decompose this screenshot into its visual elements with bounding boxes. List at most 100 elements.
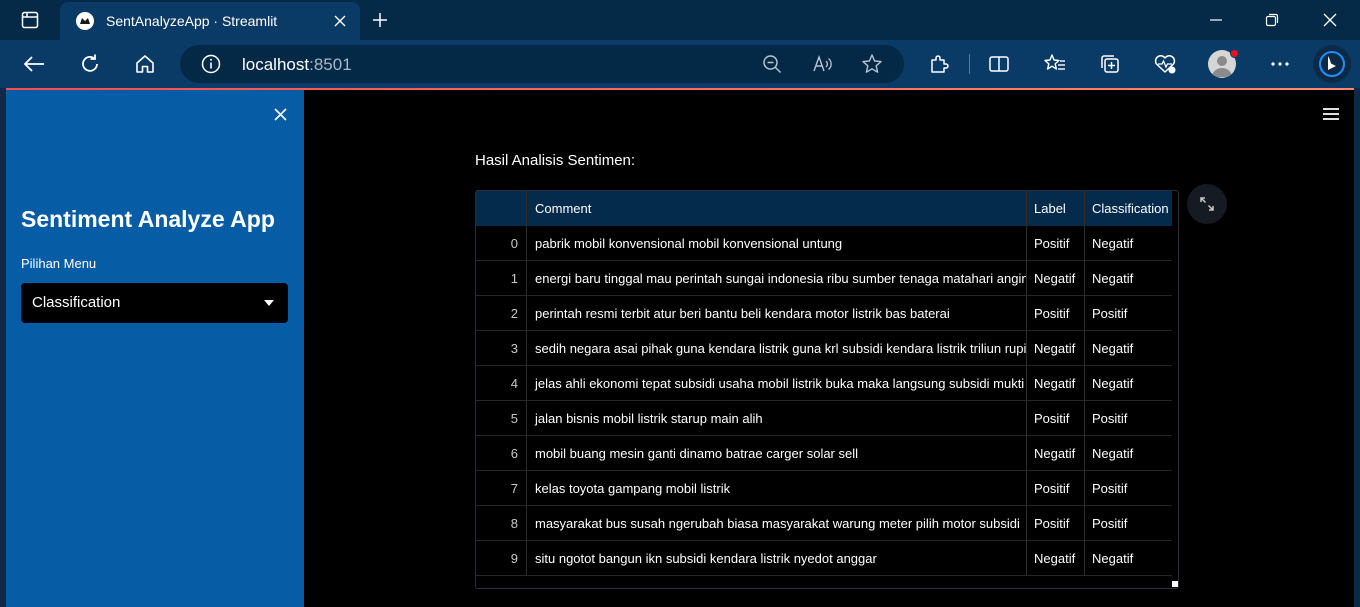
row-index: 9: [476, 541, 527, 576]
table-row[interactable]: 5 jalan bisnis mobil listrik starup main…: [476, 401, 1172, 436]
sidebar-close-icon[interactable]: [270, 104, 290, 124]
chevron-down-icon: [264, 300, 274, 306]
table-row[interactable]: 4 jelas ahli ekonomi tepat subsidi usaha…: [476, 366, 1172, 401]
label-cell[interactable]: Positif: [1027, 471, 1085, 506]
table-body: 0 pabrik mobil konvensional mobil konven…: [476, 226, 1172, 576]
streamlit-favicon-icon: [76, 12, 94, 30]
classification-cell[interactable]: Negatif: [1085, 366, 1172, 401]
bing-copilot-icon[interactable]: [1313, 45, 1351, 83]
row-index: 4: [476, 366, 527, 401]
row-index: 2: [476, 296, 527, 331]
comment-cell[interactable]: situ ngotot bangun ikn subsidi kendara l…: [527, 541, 1027, 576]
row-index: 3: [476, 331, 527, 366]
address-bar[interactable]: localhost:8501: [180, 45, 904, 83]
table-row[interactable]: 0 pabrik mobil konvensional mobil konven…: [476, 226, 1172, 261]
label-cell[interactable]: Negatif: [1027, 541, 1085, 576]
comment-cell[interactable]: perintah resmi terbit atur beri bantu be…: [527, 296, 1027, 331]
tab-title: SentAnalyzeApp · Streamlit: [106, 13, 278, 29]
label-cell[interactable]: Negatif: [1027, 261, 1085, 296]
table-row[interactable]: 8 masyarakat bus susah ngerubah biasa ma…: [476, 506, 1172, 541]
label-cell[interactable]: Negatif: [1027, 436, 1085, 471]
classification-cell[interactable]: Positif: [1085, 471, 1172, 506]
label-cell[interactable]: Positif: [1027, 296, 1085, 331]
classification-cell[interactable]: Positif: [1085, 506, 1172, 541]
classification-cell[interactable]: Negatif: [1085, 331, 1172, 366]
results-dataframe[interactable]: Comment Label Classification 0 pabrik mo…: [475, 190, 1179, 589]
refresh-icon[interactable]: [74, 48, 106, 80]
classification-cell[interactable]: Positif: [1085, 401, 1172, 436]
row-index: 6: [476, 436, 527, 471]
split-screen-icon[interactable]: [983, 48, 1015, 80]
row-index: 1: [476, 261, 527, 296]
collections-icon[interactable]: [1094, 48, 1126, 80]
back-arrow-icon[interactable]: [18, 48, 50, 80]
url-host: localhost: [242, 55, 310, 74]
extensions-icon[interactable]: [923, 48, 955, 80]
label-cell[interactable]: Positif: [1027, 226, 1085, 261]
column-header-index[interactable]: [476, 191, 527, 226]
comment-cell[interactable]: sedih negara asai pihak guna kendara lis…: [527, 331, 1027, 366]
label-cell[interactable]: Negatif: [1027, 331, 1085, 366]
menu-select[interactable]: Classification: [21, 283, 288, 323]
browser-tab-active[interactable]: SentAnalyzeApp · Streamlit: [60, 2, 360, 40]
browser-toolbar: localhost:8501: [0, 40, 1360, 88]
browser-tab-bar: SentAnalyzeApp · Streamlit: [0, 0, 1360, 40]
new-tab-icon[interactable]: [366, 6, 394, 34]
app-title: Sentiment Analyze App: [21, 206, 275, 232]
classification-cell[interactable]: Negatif: [1085, 541, 1172, 576]
table-row[interactable]: 9 situ ngotot bangun ikn subsidi kendara…: [476, 541, 1172, 576]
column-header-label[interactable]: Label: [1027, 191, 1085, 226]
main-content: Hasil Analisis Sentimen: Comment Label C…: [304, 90, 1354, 607]
row-index: 5: [476, 401, 527, 436]
app-sidebar: Sentiment Analyze App Pilihan Menu Class…: [6, 90, 304, 607]
minimize-icon[interactable]: [1188, 0, 1244, 40]
table-row[interactable]: 7 kelas toyota gampang mobil listrik Pos…: [476, 471, 1172, 506]
more-options-icon[interactable]: [1264, 48, 1296, 80]
classification-cell[interactable]: Negatif: [1085, 226, 1172, 261]
row-index: 7: [476, 471, 527, 506]
fullscreen-expand-icon[interactable]: [1187, 184, 1227, 224]
zoom-out-icon[interactable]: [759, 51, 785, 77]
menu-select-label: Pilihan Menu: [21, 256, 97, 271]
table-row[interactable]: 2 perintah resmi terbit atur beri bantu …: [476, 296, 1172, 331]
column-header-comment[interactable]: Comment: [527, 191, 1027, 226]
tab-close-icon[interactable]: [326, 7, 354, 35]
table-row[interactable]: 3 sedih negara asai pihak guna kendara l…: [476, 331, 1172, 366]
favorite-star-icon[interactable]: [859, 51, 885, 77]
table-header: Comment Label Classification: [476, 191, 1172, 226]
comment-cell[interactable]: pabrik mobil konvensional mobil konvensi…: [527, 226, 1027, 261]
comment-cell[interactable]: energi baru tinggal mau perintah sungai …: [527, 261, 1027, 296]
favorites-list-icon[interactable]: [1039, 48, 1071, 80]
tab-actions-icon[interactable]: [10, 6, 50, 34]
comment-cell[interactable]: jalan bisnis mobil listrik starup main a…: [527, 401, 1027, 436]
profile-notification-dot: [1230, 49, 1239, 58]
restore-icon[interactable]: [1244, 0, 1300, 40]
page-heading: Hasil Analisis Sentimen:: [475, 152, 636, 169]
table-resize-handle[interactable]: [1172, 581, 1178, 587]
comment-cell[interactable]: mobil buang mesin ganti dinamo batrae ca…: [527, 436, 1027, 471]
row-index: 0: [476, 226, 527, 261]
comment-cell[interactable]: masyarakat bus susah ngerubah biasa masy…: [527, 506, 1027, 541]
hamburger-menu-icon[interactable]: [1320, 104, 1342, 124]
site-info-icon[interactable]: [200, 53, 222, 75]
label-cell[interactable]: Negatif: [1027, 366, 1085, 401]
classification-cell[interactable]: Negatif: [1085, 261, 1172, 296]
url-port: :8501: [309, 55, 352, 74]
row-index: 8: [476, 506, 527, 541]
label-cell[interactable]: Positif: [1027, 506, 1085, 541]
column-header-classification[interactable]: Classification: [1085, 191, 1172, 226]
classification-cell[interactable]: Positif: [1085, 296, 1172, 331]
url-text[interactable]: localhost:8501: [242, 55, 352, 75]
comment-cell[interactable]: jelas ahli ekonomi tepat subsidi usaha m…: [527, 366, 1027, 401]
home-icon[interactable]: [129, 48, 161, 80]
menu-select-value: Classification: [32, 294, 121, 311]
read-aloud-icon[interactable]: [810, 51, 836, 77]
table-row[interactable]: 6 mobil buang mesin ganti dinamo batrae …: [476, 436, 1172, 471]
browser-essentials-icon[interactable]: [1149, 48, 1181, 80]
comment-cell[interactable]: kelas toyota gampang mobil listrik: [527, 471, 1027, 506]
classification-cell[interactable]: Negatif: [1085, 436, 1172, 471]
toolbar-separator: [969, 54, 970, 74]
label-cell[interactable]: Positif: [1027, 401, 1085, 436]
table-row[interactable]: 1 energi baru tinggal mau perintah sunga…: [476, 261, 1172, 296]
window-close-icon[interactable]: [1302, 0, 1358, 40]
